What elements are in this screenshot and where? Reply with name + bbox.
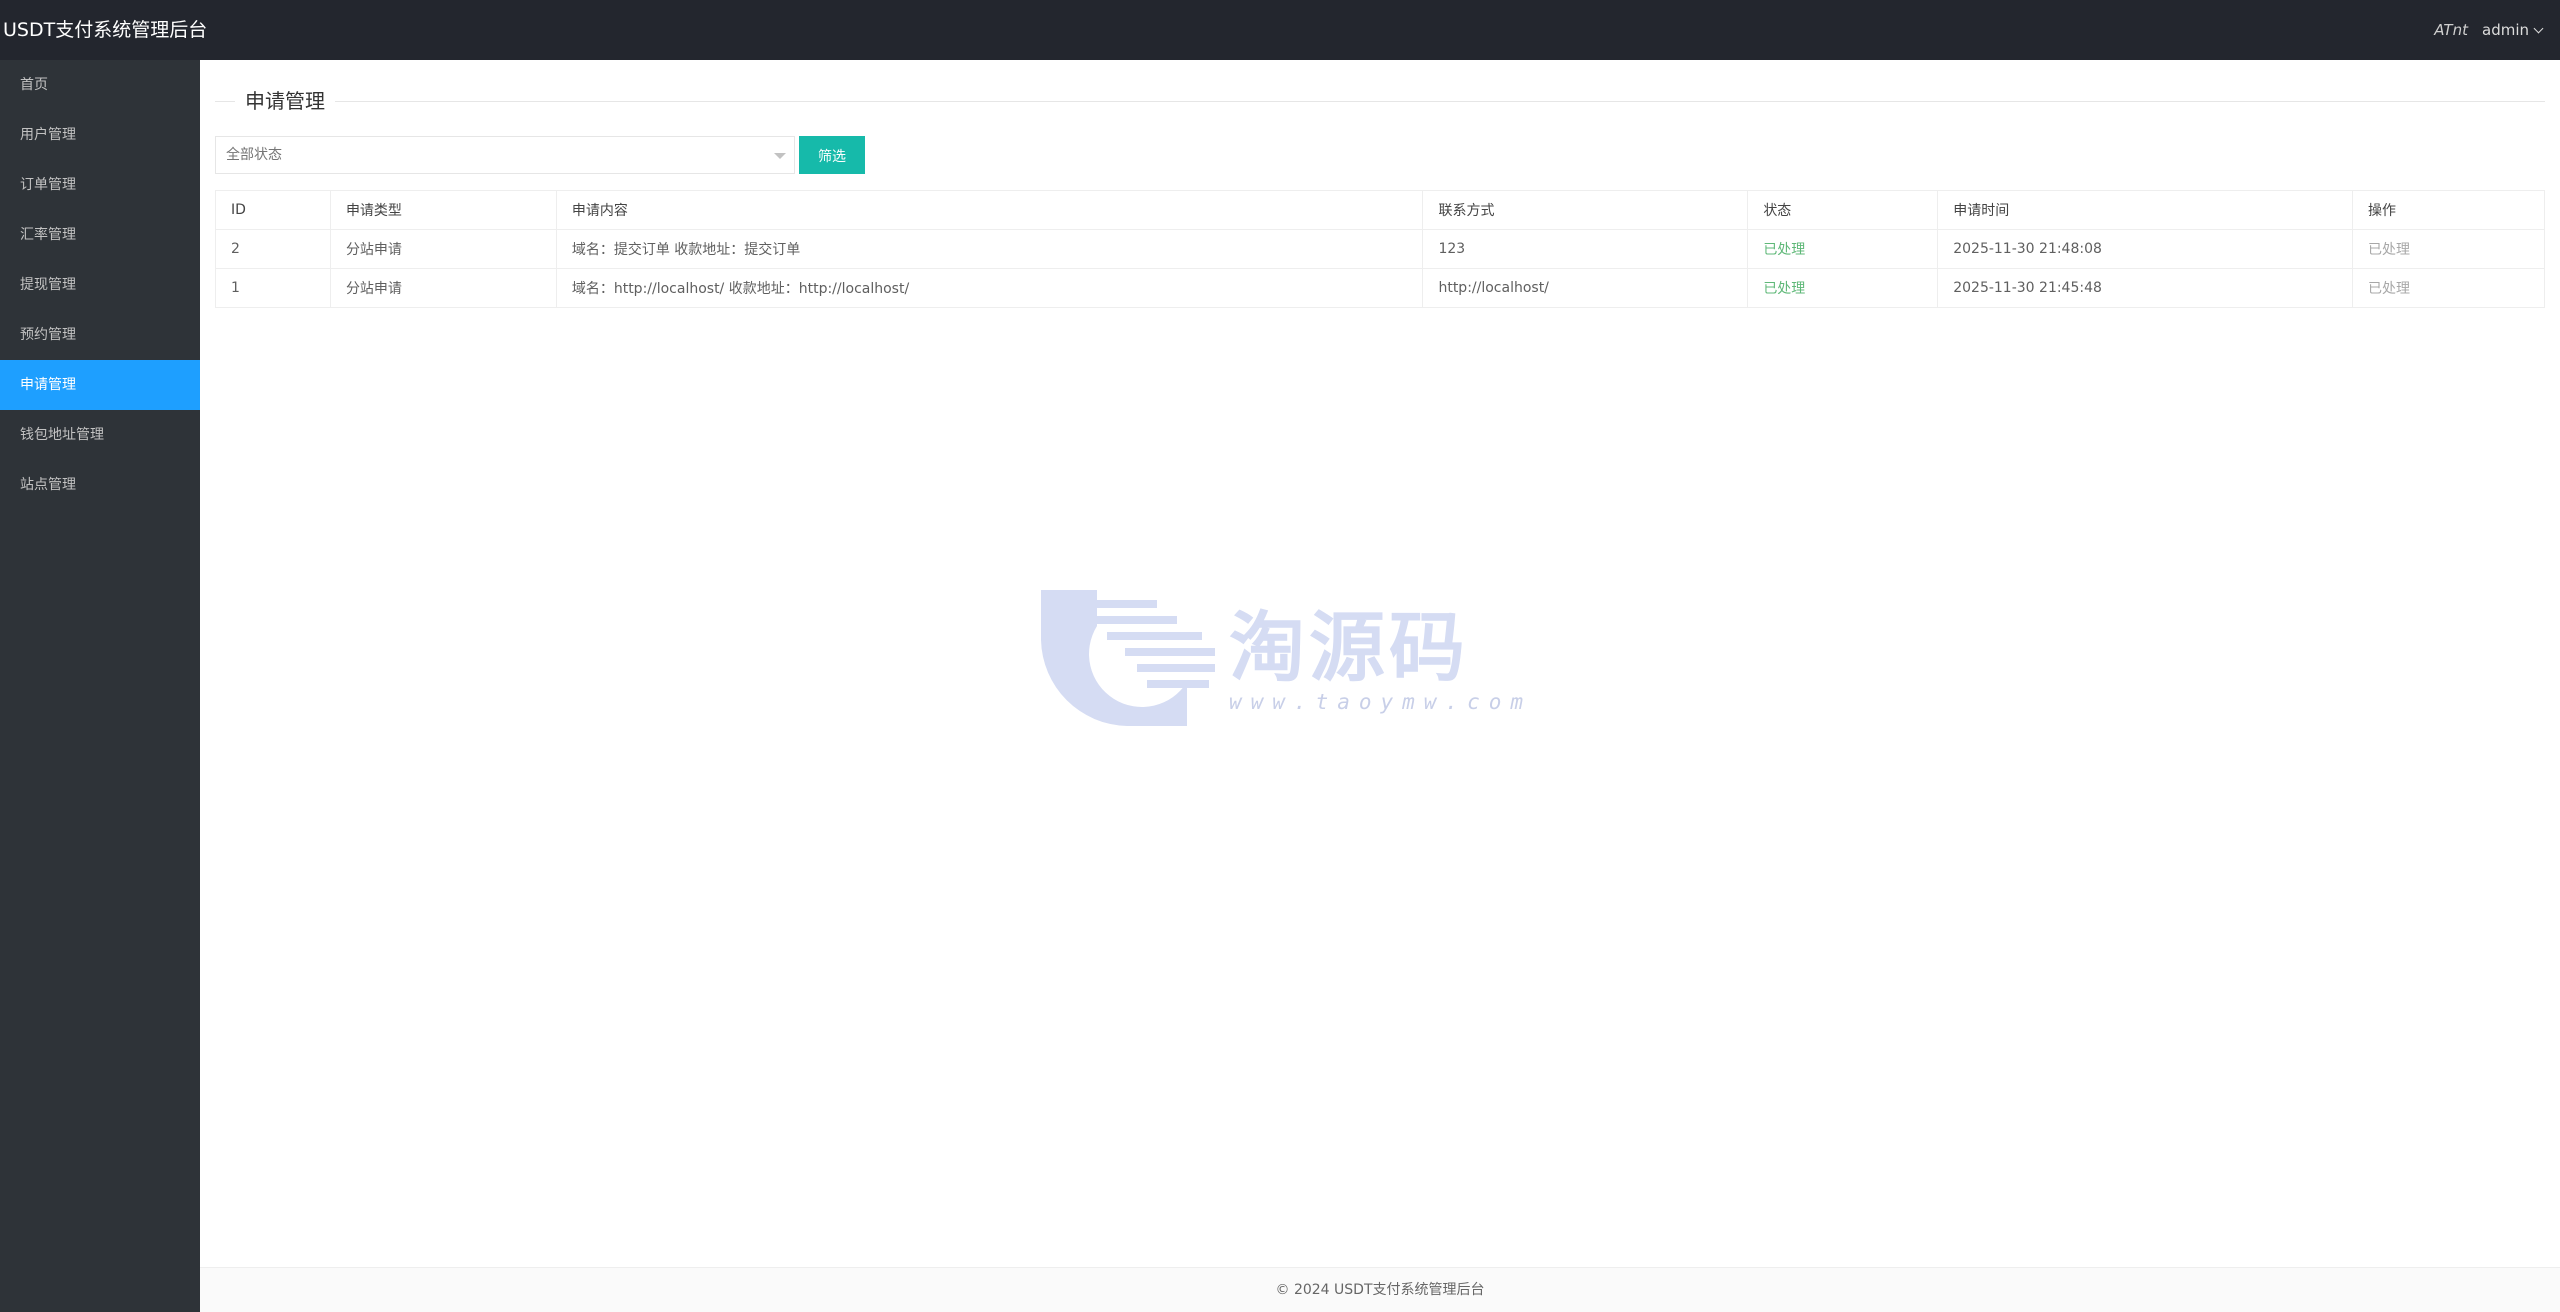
- cell-time: 2025-11-30 21:45:48: [1937, 268, 2354, 308]
- table-header-row: ID 申请类型 申请内容 联系方式 状态 申请时间 操作: [215, 190, 2545, 230]
- app-title: USDT支付系统管理后台: [3, 19, 208, 41]
- cell-contact: 123: [1422, 229, 1749, 269]
- col-header-time: 申请时间: [1937, 190, 2354, 230]
- watermark-url: www.taoymw.com: [1229, 690, 1533, 714]
- watermark-text: 淘源码: [1229, 603, 1469, 692]
- sidebar-item-users[interactable]: 用户管理: [0, 110, 200, 160]
- page-title: 申请管理: [235, 88, 335, 114]
- top-header: USDT支付系统管理后台 ATnt admin: [0, 0, 2560, 60]
- col-header-type: 申请类型: [329, 190, 557, 230]
- status-select[interactable]: 全部状态: [215, 136, 795, 174]
- theme-icon[interactable]: ATnt: [2434, 21, 2468, 39]
- user-menu[interactable]: admin: [2482, 21, 2544, 39]
- col-header-status: 状态: [1747, 190, 1939, 230]
- dropdown-arrow-icon: [774, 153, 786, 159]
- col-header-action: 操作: [2352, 190, 2545, 230]
- sidebar-item-exchange-rate[interactable]: 汇率管理: [0, 210, 200, 260]
- status-select-value: 全部状态: [226, 147, 282, 163]
- sidebar-item-applications[interactable]: 申请管理: [0, 360, 200, 410]
- cell-content: 域名：提交订单 收款地址：提交订单: [555, 229, 1424, 269]
- sidebar-item-sites[interactable]: 站点管理: [0, 460, 200, 510]
- cell-type: 分站申请: [329, 229, 557, 269]
- sidebar-item-wallet-addresses[interactable]: 钱包地址管理: [0, 410, 200, 460]
- filter-button[interactable]: 筛选: [799, 136, 865, 174]
- cell-contact: http://localhost/: [1422, 268, 1749, 308]
- cell-content: 域名：http://localhost/ 收款地址：http://localho…: [555, 268, 1424, 308]
- watermark-logo-icon: [1041, 590, 1215, 726]
- cell-id: 2: [215, 229, 331, 269]
- col-header-contact: 联系方式: [1422, 190, 1749, 230]
- cell-status: 已处理: [1747, 268, 1939, 308]
- cell-status: 已处理: [1747, 229, 1939, 269]
- sidebar-item-home[interactable]: 首页: [0, 60, 200, 110]
- cell-time: 2025-11-30 21:48:08: [1937, 229, 2354, 269]
- header-right: ATnt admin: [2434, 0, 2544, 60]
- filter-row: 全部状态 筛选: [215, 136, 865, 174]
- col-header-content: 申请内容: [555, 190, 1424, 230]
- cell-action: 已处理: [2352, 268, 2545, 308]
- section-title: 申请管理: [215, 88, 2545, 114]
- applications-table: ID 申请类型 申请内容 联系方式 状态 申请时间 操作 2 分站申请 域名：提…: [215, 190, 2545, 308]
- title-divider: [215, 101, 2545, 102]
- cell-action: 已处理: [2352, 229, 2545, 269]
- sidebar-item-reservations[interactable]: 预约管理: [0, 310, 200, 360]
- table-row: 2 分站申请 域名：提交订单 收款地址：提交订单 123 已处理 2025-11…: [215, 229, 2545, 269]
- table-row: 1 分站申请 域名：http://localhost/ 收款地址：http://…: [215, 268, 2545, 308]
- chevron-down-icon: [2533, 23, 2544, 33]
- footer: © 2024 USDT支付系统管理后台: [200, 1267, 2560, 1312]
- cell-type: 分站申请: [329, 268, 557, 308]
- cell-id: 1: [215, 268, 331, 308]
- watermark: 淘源码 www.taoymw.com: [1037, 586, 1527, 736]
- username: admin: [2482, 21, 2529, 39]
- sidebar: 首页 用户管理 订单管理 汇率管理 提现管理 预约管理 申请管理 钱包地址管理 …: [0, 60, 200, 1312]
- sidebar-item-orders[interactable]: 订单管理: [0, 160, 200, 210]
- col-header-id: ID: [215, 190, 331, 230]
- sidebar-item-withdrawals[interactable]: 提现管理: [0, 260, 200, 310]
